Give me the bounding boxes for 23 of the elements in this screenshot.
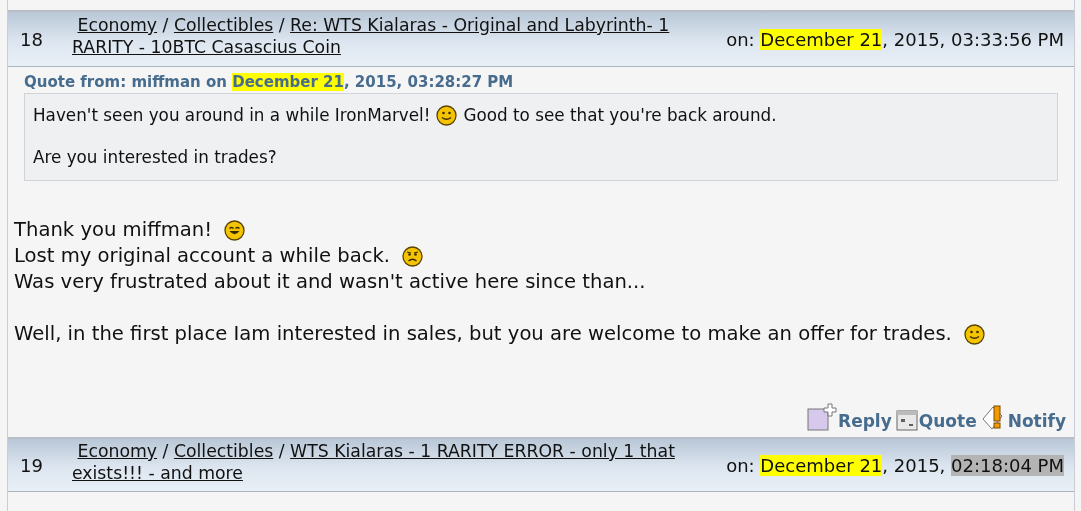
post-number: 19 xyxy=(19,454,44,476)
post-date: on: December 21, 2015, 02:18:04 PM xyxy=(726,454,1064,476)
text-line: Good to see that you're back around. xyxy=(463,104,777,126)
breadcrumb-trail[interactable]: Economy / Collectibles / WTS Kialaras - 1 RARITY ERROR - only 1 that exists!!! - and more xyxy=(72,440,712,484)
text-line: Lost my original account a while back. xyxy=(14,243,390,269)
text-line: Well, in the first place Iam interested in sales, but you are welcome to make an offer for trades. xyxy=(14,321,952,347)
post-number: 18 xyxy=(19,28,44,50)
breadcrumb-trail[interactable]: Economy / Collectibles / Re: WTS Kialaras - Original and Labyrinth- 1 RARITY - 10BTC Casascius Coin xyxy=(72,14,712,58)
quote-header: Quote from: miffman on December 21, 2015, 03:28:27 PM xyxy=(24,73,515,91)
text-line: Thank you miffman! xyxy=(14,217,212,243)
text-line: Was very frustrated about it and wasn't active here since than... xyxy=(14,269,646,295)
grinning-face-icon xyxy=(224,219,245,241)
smiley-icon xyxy=(436,104,458,126)
new-page-icon xyxy=(807,403,838,431)
frowning-face-icon xyxy=(402,245,423,267)
quote-box-icon xyxy=(895,409,918,431)
notify-button[interactable]: Notify xyxy=(980,403,1066,431)
post-date: on: December 21, 2015, 03:33:56 PM xyxy=(726,28,1064,50)
reply-button[interactable]: Reply xyxy=(807,403,892,431)
smiley-icon xyxy=(963,323,985,345)
text-line: Are you interested in trades? xyxy=(33,146,277,168)
quote-button[interactable]: Quote xyxy=(895,409,977,431)
text-line: Haven't seen you around in a while IronMarvel! xyxy=(33,104,431,126)
